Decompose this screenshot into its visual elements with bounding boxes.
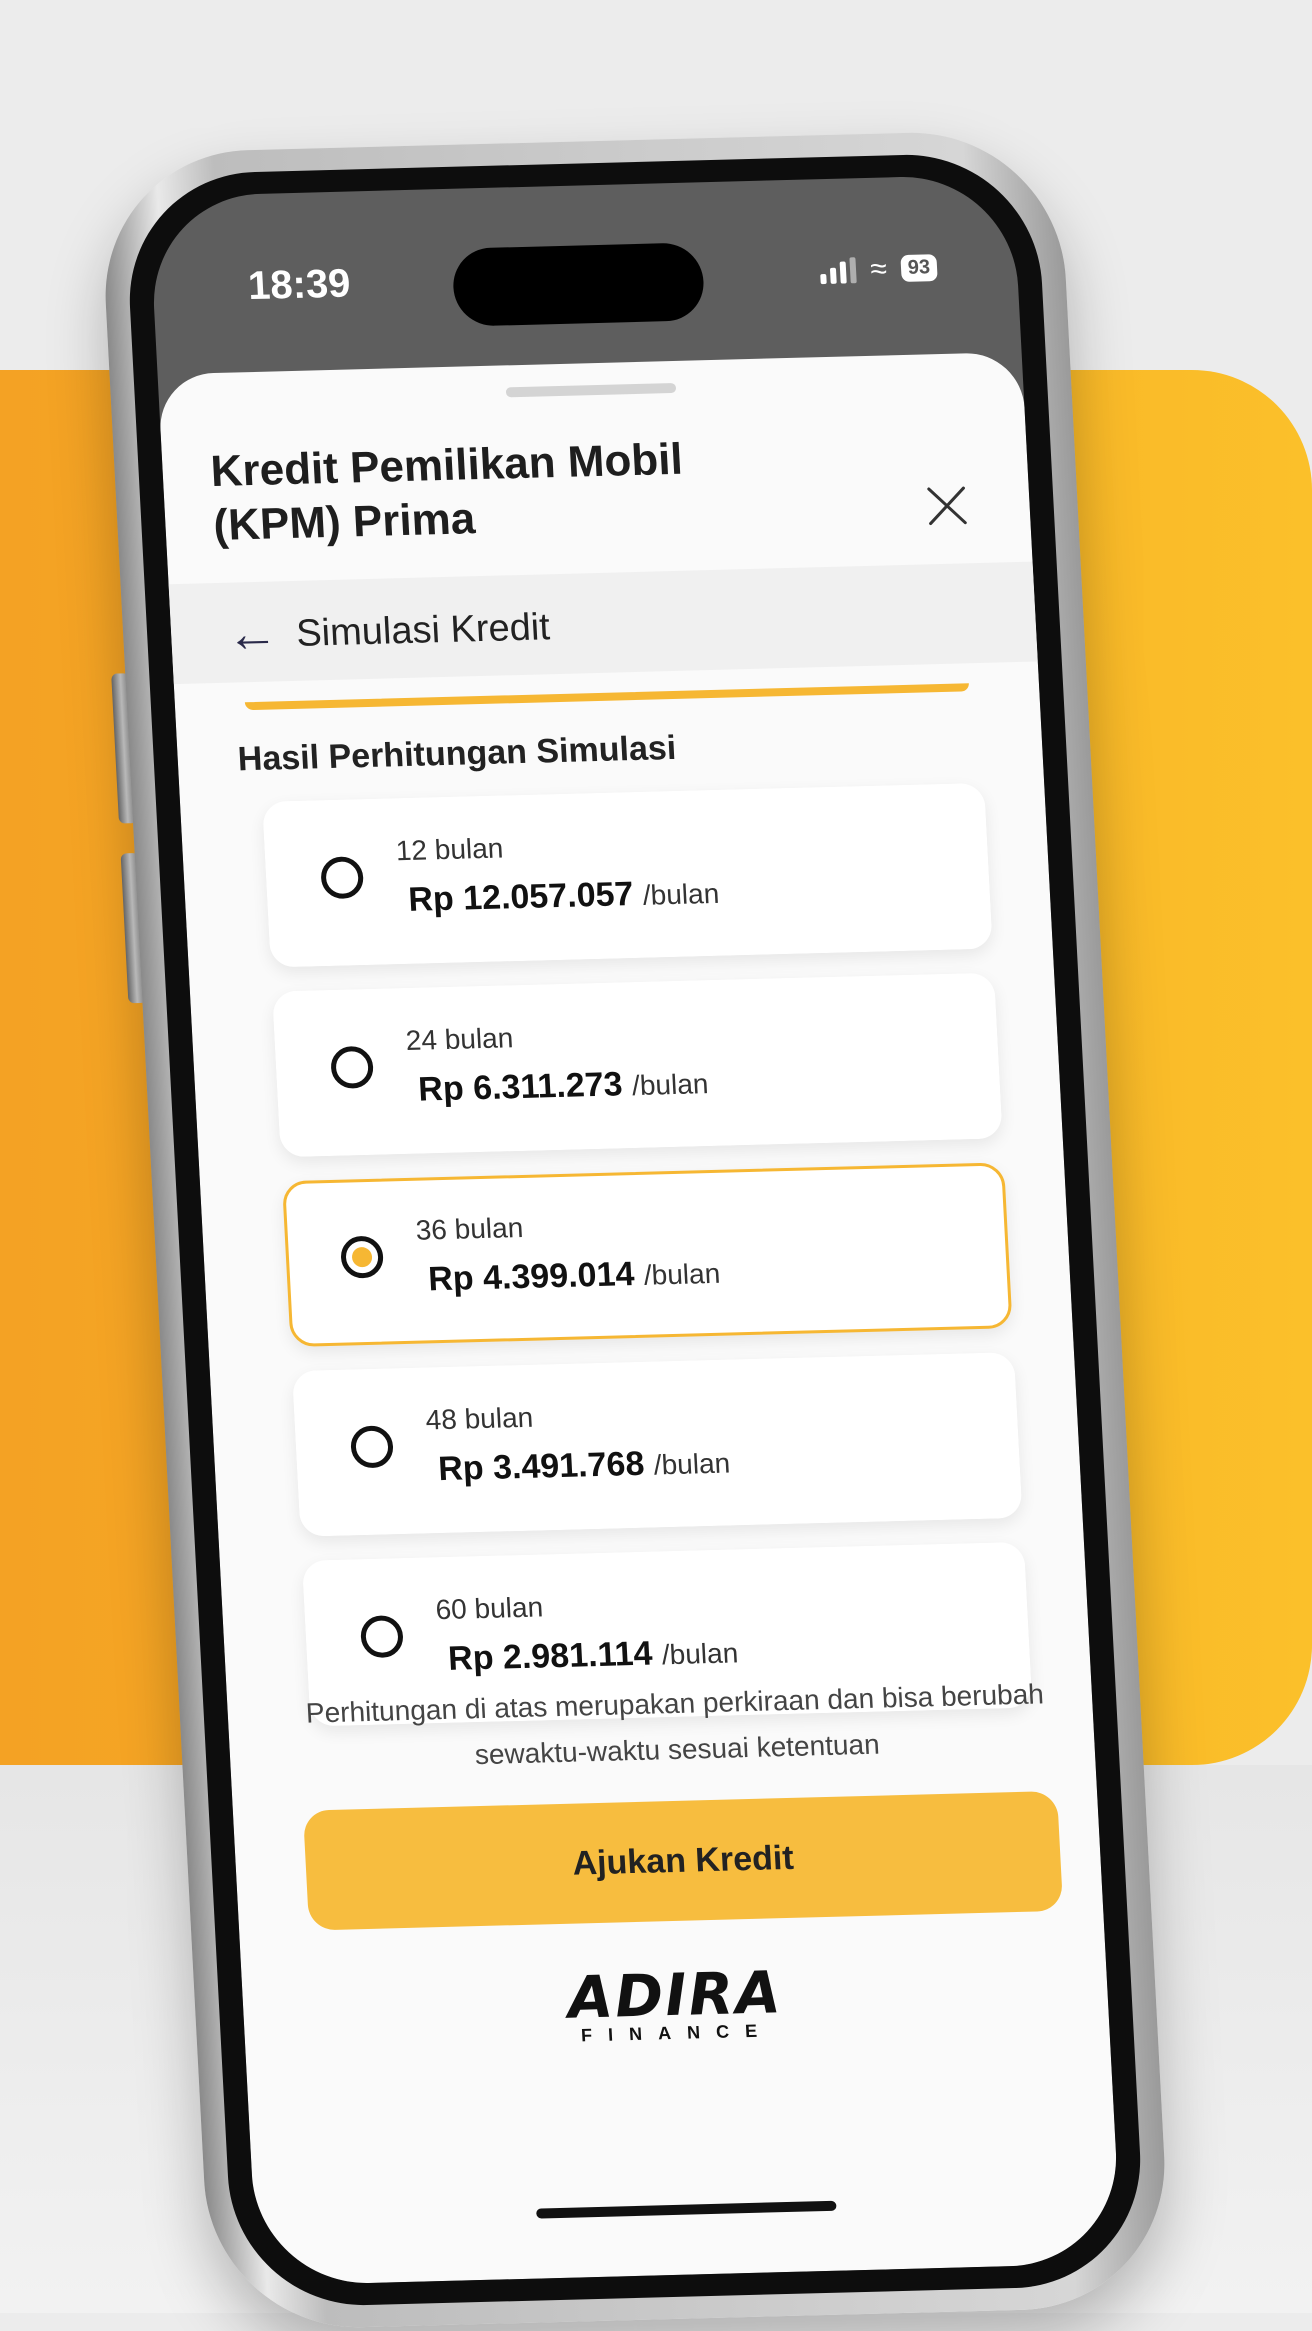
- status-time: 18:39: [246, 261, 352, 309]
- monthly-amount: Rp 3.491.768 /bulan: [437, 1443, 731, 1490]
- tenor-term: 60 bulan: [434, 1591, 544, 1626]
- amount-value: Rp 12.057.057: [407, 875, 635, 919]
- section-title: Hasil Perhitungan Simulasi: [236, 728, 678, 779]
- wifi-icon: ≈: [869, 251, 888, 286]
- monthly-amount: Rp 2.981.114 /bulan: [447, 1632, 739, 1679]
- signal-icon: [820, 256, 858, 284]
- disclaimer-text: Perhitungan di atas merupakan perkiraan …: [305, 1678, 1045, 1771]
- tenor-option-36[interactable]: 36 bulan Rp 4.399.014 /bulan: [281, 1162, 1013, 1348]
- radio-button[interactable]: [349, 1425, 395, 1469]
- sheet-drag-handle[interactable]: [505, 382, 677, 398]
- battery-indicator: 93: [900, 254, 938, 283]
- tenor-term: 24 bulan: [404, 1022, 515, 1056]
- phone-mockup: 18:39 ≈ 93 Kredit Pemilikan Mobil (KPM) …: [97, 128, 1173, 2331]
- tenor-option-12[interactable]: 12 bulan Rp 12.057.057 /bulan: [262, 782, 993, 968]
- monthly-amount: Rp 12.057.057 /bulan: [407, 873, 720, 920]
- radio-button-selected[interactable]: [339, 1235, 385, 1279]
- amount-value: Rp 4.399.014: [427, 1255, 636, 1299]
- amount-value: Rp 6.311.273: [417, 1065, 624, 1109]
- radio-button[interactable]: [359, 1615, 405, 1659]
- subheader-title: Simulasi Kredit: [295, 606, 551, 655]
- amount-unit: /bulan: [642, 877, 720, 911]
- tenor-term: 36 bulan: [414, 1211, 524, 1246]
- tenor-option-24[interactable]: 24 bulan Rp 6.311.273 /bulan: [272, 972, 1003, 1158]
- adira-finance-logo: ADIRA FINANCE: [566, 1958, 785, 2046]
- tenor-options: 12 bulan Rp 12.057.057 /bulan 24 bulan R…: [262, 782, 1034, 1751]
- arrow-left-icon[interactable]: ←: [225, 604, 280, 663]
- monthly-amount: Rp 6.311.273 /bulan: [417, 1063, 709, 1110]
- logo-sub: FINANCE: [580, 2020, 774, 2046]
- close-icon[interactable]: [924, 483, 970, 528]
- phone-screen: 18:39 ≈ 93 Kredit Pemilikan Mobil (KPM) …: [148, 174, 1122, 2286]
- amount-unit: /bulan: [631, 1068, 710, 1102]
- radio-button[interactable]: [330, 1045, 375, 1089]
- bottom-sheet: Kredit Pemilikan Mobil (KPM) Prima ← Sim…: [157, 351, 1122, 2286]
- dynamic-island: [451, 242, 706, 327]
- amount-unit: /bulan: [661, 1637, 739, 1671]
- amount-value: Rp 2.981.114: [447, 1634, 654, 1678]
- amount-unit: /bulan: [652, 1447, 731, 1481]
- subheader: ← Simulasi Kredit: [168, 561, 1038, 685]
- apply-credit-button[interactable]: Ajukan Kredit: [302, 1790, 1064, 1931]
- amount-value: Rp 3.491.768: [437, 1444, 646, 1489]
- amount-unit: /bulan: [643, 1257, 721, 1291]
- sheet-title: Kredit Pemilikan Mobil (KPM) Prima: [209, 434, 684, 551]
- tenor-term: 48 bulan: [424, 1401, 534, 1436]
- accent-divider: [244, 683, 970, 711]
- radio-button[interactable]: [320, 856, 365, 900]
- tenor-term: 12 bulan: [395, 832, 505, 867]
- tenor-option-48[interactable]: 48 bulan Rp 3.491.768 /bulan: [291, 1352, 1023, 1537]
- monthly-amount: Rp 4.399.014 /bulan: [427, 1253, 721, 1300]
- home-indicator: [536, 2200, 837, 2219]
- status-icons: ≈ 93: [820, 251, 938, 286]
